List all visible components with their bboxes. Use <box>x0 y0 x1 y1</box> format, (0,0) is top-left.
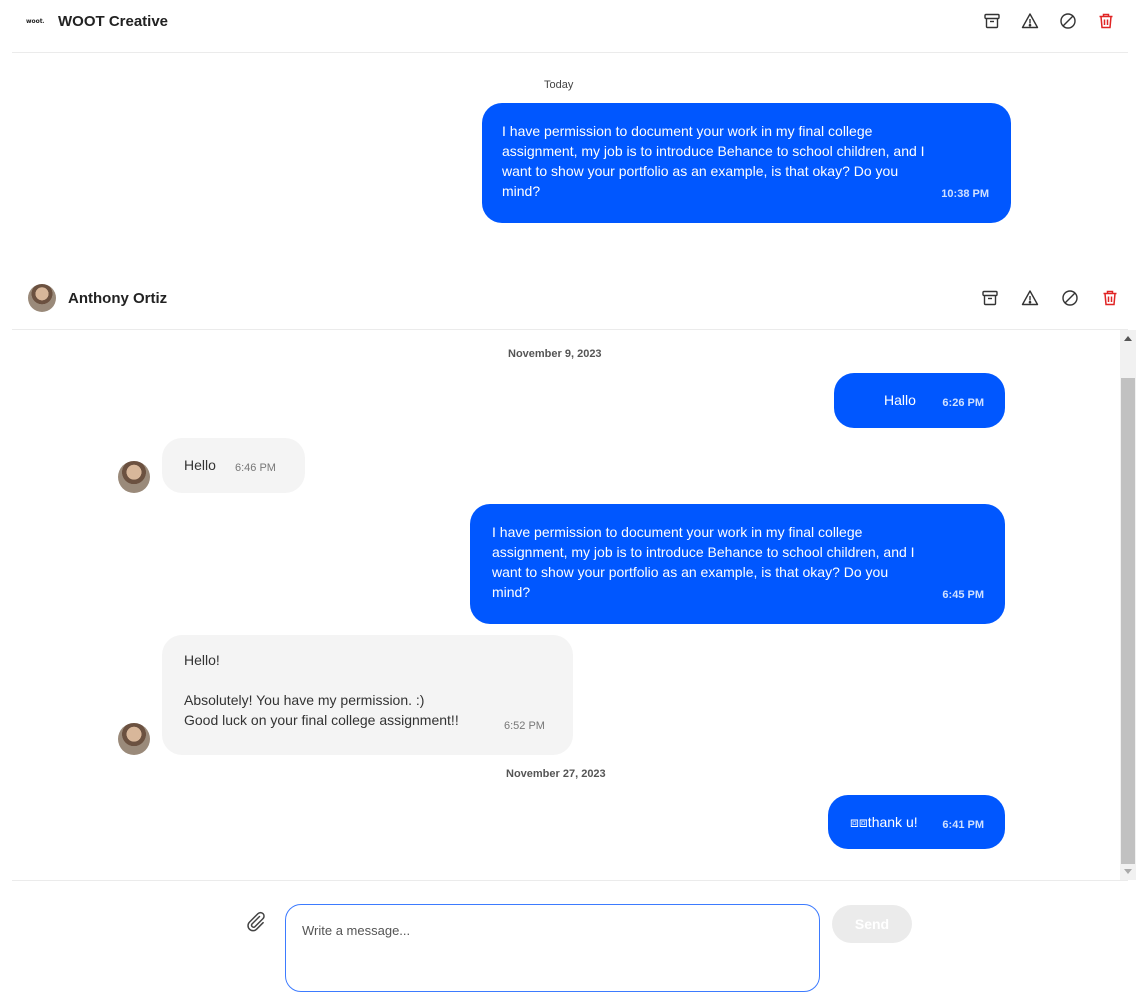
header-divider <box>12 329 1128 330</box>
thread-actions <box>982 11 1116 31</box>
paperclip-icon[interactable] <box>244 910 266 932</box>
report-icon[interactable] <box>1020 11 1040 31</box>
send-button[interactable]: Send <box>832 905 912 943</box>
archive-icon[interactable] <box>980 288 1000 308</box>
message-text: ⧈⧈thank u! <box>850 814 918 830</box>
message-time: 6:45 PM <box>942 589 984 601</box>
thread-title: Anthony Ortiz <box>68 289 168 307</box>
message-text: I have permission to document your work … <box>492 524 915 600</box>
scroll-up-arrow[interactable] <box>1124 336 1132 341</box>
message-bubble-out: I have permission to document your work … <box>482 103 1011 223</box>
thread-header-anthony: Anthony Ortiz <box>12 284 1128 312</box>
archive-icon[interactable] <box>982 11 1002 31</box>
message-time: 6:46 PM <box>235 462 276 474</box>
thread-title: WOOT Creative <box>58 12 169 30</box>
svg-text:woot.: woot. <box>26 18 44 25</box>
message-time: 10:38 PM <box>941 188 989 200</box>
thread-header-woot: woot. WOOT Creative <box>12 8 1128 34</box>
message-bubble-out: I have permission to document your work … <box>470 504 1005 624</box>
scroll-down-arrow[interactable] <box>1124 869 1132 874</box>
block-icon[interactable] <box>1060 288 1080 308</box>
scrollbar[interactable] <box>1120 330 1136 880</box>
message-input[interactable] <box>285 904 820 992</box>
date-label: November 27, 2023 <box>506 768 606 780</box>
message-text: Hello <box>184 457 216 473</box>
composer-divider <box>12 880 1128 881</box>
date-label-today: Today <box>544 79 574 91</box>
message-bubble-in: Hello! Absolutely! You have my permissio… <box>162 635 573 755</box>
message-time: 6:41 PM <box>942 819 984 831</box>
date-label: November 9, 2023 <box>508 348 602 360</box>
message-text: Hello! Absolutely! You have my permissio… <box>184 652 459 728</box>
message-time: 6:26 PM <box>942 397 984 409</box>
delete-icon[interactable] <box>1096 11 1116 31</box>
avatar <box>118 723 150 755</box>
message-text: I have permission to document your work … <box>502 123 925 199</box>
delete-icon[interactable] <box>1100 288 1120 308</box>
woot-logo: woot. <box>26 17 44 25</box>
header-divider <box>12 52 1128 53</box>
block-icon[interactable] <box>1058 11 1078 31</box>
avatar <box>28 284 56 312</box>
message-bubble-out: Hallo 6:26 PM <box>834 373 1005 428</box>
scrollbar-thumb[interactable] <box>1121 378 1135 864</box>
thread-actions <box>980 288 1120 308</box>
avatar <box>118 461 150 493</box>
report-icon[interactable] <box>1020 288 1040 308</box>
message-text: Hallo <box>884 392 916 408</box>
message-bubble-out: ⧈⧈thank u! 6:41 PM <box>828 795 1005 849</box>
message-time: 6:52 PM <box>504 720 545 732</box>
message-bubble-in: Hello 6:46 PM <box>162 438 305 493</box>
